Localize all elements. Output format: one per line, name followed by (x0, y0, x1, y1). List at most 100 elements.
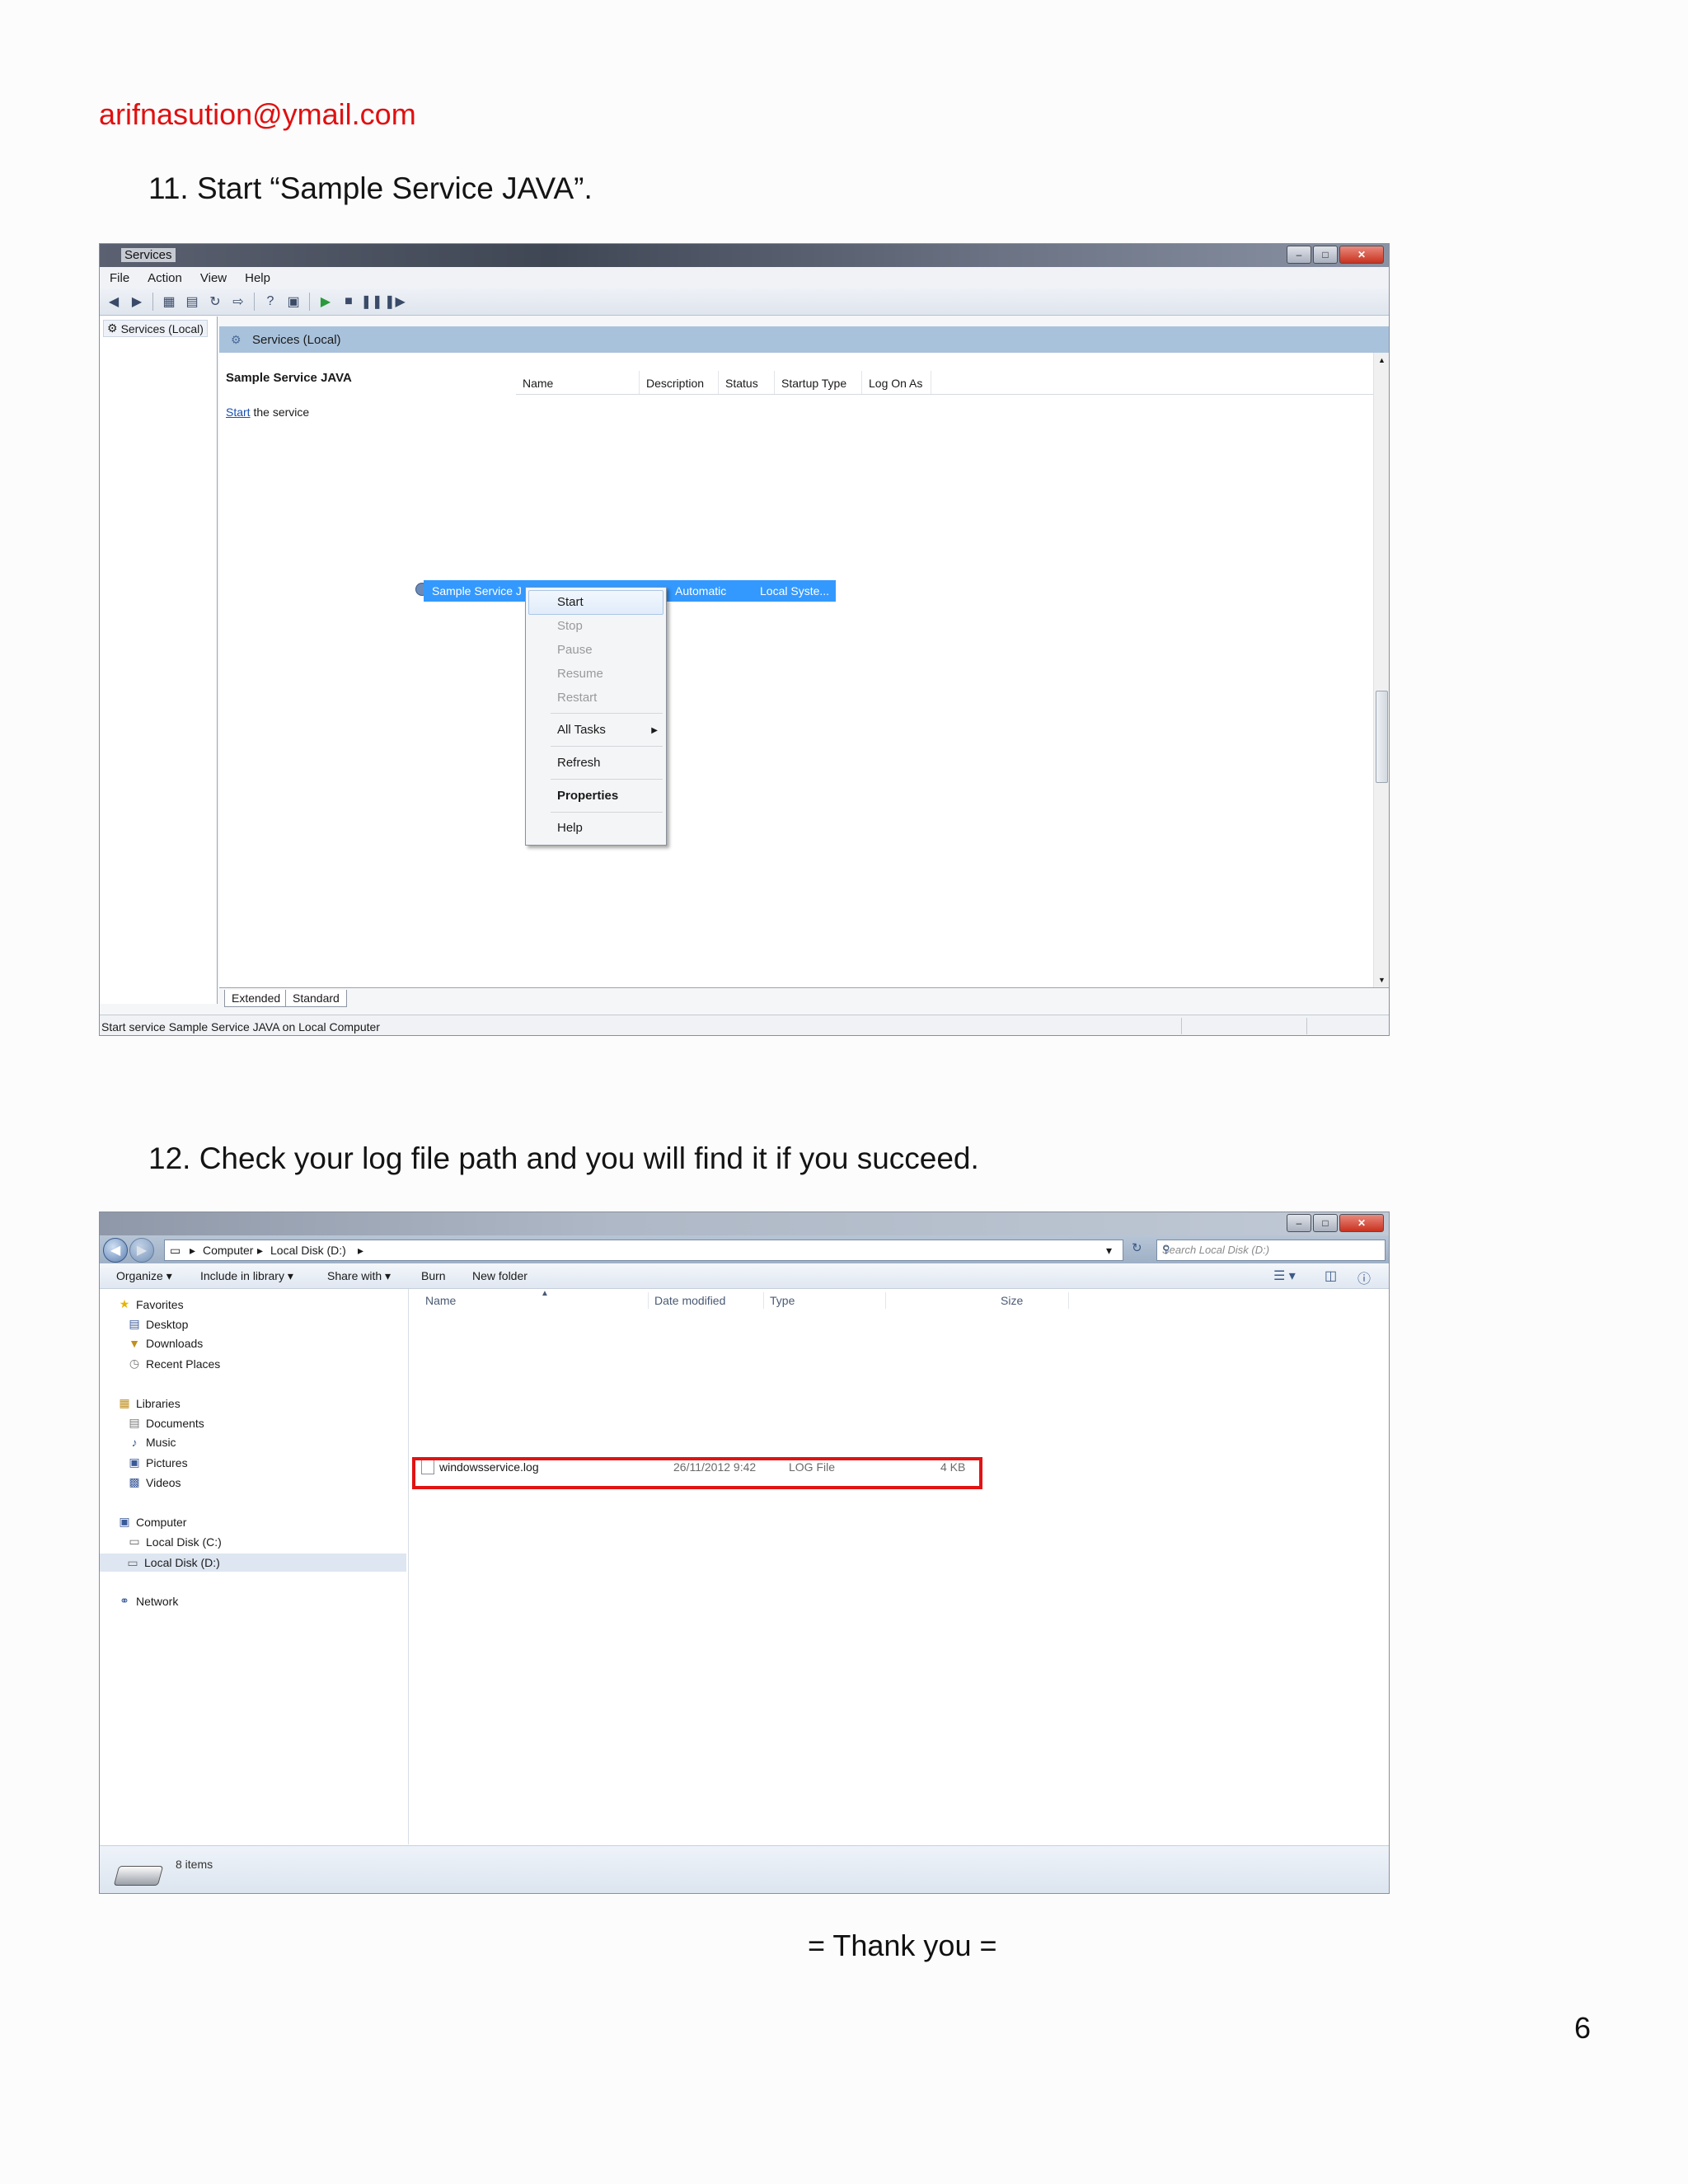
tree-node-label: Services (Local) (120, 321, 204, 335)
status-text: Start service Sample Service JAVA on Loc… (101, 1020, 380, 1033)
breadcrumb-computer[interactable]: Computer (203, 1244, 253, 1257)
stop-icon[interactable]: ■ (340, 293, 358, 311)
items-count: 8 items (176, 1858, 213, 1871)
menu-item-start[interactable]: Start (557, 595, 584, 609)
view-options-icon[interactable]: ☰ ▾ (1273, 1268, 1296, 1284)
refresh-icon[interactable]: ↻ (1132, 1240, 1150, 1258)
breadcrumb-local-disk-d[interactable]: Local Disk (D:) (270, 1244, 346, 1257)
tree-node-services-local[interactable]: ⚙ Services (Local) (103, 320, 208, 337)
col-date-modified[interactable]: Date modified (654, 1294, 725, 1307)
nav-downloads[interactable]: ▼ Downloads (128, 1337, 203, 1350)
menu-item-stop[interactable]: Stop (557, 619, 583, 633)
libraries-icon: ▦ (119, 1396, 130, 1409)
share-with-button[interactable]: Share with ▾ (327, 1269, 391, 1283)
properties-icon[interactable]: ▤ (183, 293, 201, 311)
menu-item-pause[interactable]: Pause (557, 643, 593, 657)
forward-icon[interactable]: ▶ (128, 293, 146, 311)
nav-local-disk-c[interactable]: ▭ Local Disk (C:) (128, 1535, 222, 1549)
menu-item-properties[interactable]: Properties (557, 789, 618, 803)
col-log-on-as[interactable]: Log On As (862, 371, 931, 394)
share-label: Share with (327, 1269, 382, 1282)
col-name[interactable]: Name (516, 371, 640, 394)
minimize-button[interactable]: – (1287, 246, 1311, 264)
nav-label: Pictures (146, 1455, 188, 1469)
menu-item-resume[interactable]: Resume (557, 667, 603, 681)
nav-recent-places[interactable]: ◷ Recent Places (128, 1357, 220, 1371)
restart-icon[interactable]: ❚▶ (384, 293, 406, 311)
search-icon[interactable]: ⚲ (1162, 1243, 1380, 1256)
col-type[interactable]: Type (770, 1294, 795, 1307)
tab-extended[interactable]: Extended (224, 990, 288, 1007)
col-status[interactable]: Status (719, 371, 775, 394)
nav-local-disk-d[interactable]: ▭ Local Disk (D:) (100, 1554, 406, 1572)
network-icon: ⚭ (120, 1594, 129, 1607)
services-vertical-scrollbar[interactable]: ▲ ▼ (1373, 353, 1389, 987)
nav-computer[interactable]: ▣ Computer (118, 1515, 186, 1529)
help-icon[interactable]: ⓘ (1357, 1268, 1371, 1287)
show-hide-icon[interactable]: ▣ (284, 293, 302, 311)
console-tree: ⚙ Services (Local) (100, 316, 218, 1004)
back-arrow-icon[interactable]: ◀ (103, 1238, 128, 1263)
drive-icon (113, 1866, 164, 1886)
organize-button[interactable]: Organize ▾ (116, 1269, 172, 1283)
music-icon: ♪ (131, 1436, 138, 1449)
address-bar[interactable]: ▭ ▸ Computer ▸ Local Disk (D:) ▸ ▾ (164, 1240, 1123, 1261)
forward-arrow-icon[interactable]: ▶ (129, 1238, 154, 1263)
search-input[interactable]: Search Local Disk (D:) ⚲ (1156, 1240, 1386, 1261)
scroll-up-icon[interactable]: ▲ (1378, 356, 1386, 364)
col-description[interactable]: Description (640, 371, 719, 394)
menu-action[interactable]: Action (148, 271, 182, 285)
services-menu-bar: File Action View Help (100, 267, 1389, 288)
close-button[interactable]: ✕ (1339, 246, 1384, 264)
menu-help[interactable]: Help (245, 271, 270, 285)
menu-file[interactable]: File (110, 271, 129, 285)
nav-network[interactable]: ⚭ Network (118, 1594, 178, 1608)
nav-videos[interactable]: ▩ Videos (128, 1475, 181, 1489)
include-in-library-button[interactable]: Include in library ▾ (200, 1269, 293, 1283)
breadcrumb-sep-icon: ▸ (257, 1244, 264, 1257)
tab-standard[interactable]: Standard (285, 990, 347, 1007)
address-dropdown-icon[interactable]: ▾ (1106, 1244, 1112, 1258)
close-button[interactable]: ✕ (1339, 1214, 1384, 1232)
services-panel-header: ⚙ Services (Local) (219, 326, 1389, 354)
menu-item-restart[interactable]: Restart (557, 691, 597, 705)
nav-label: Recent Places (146, 1357, 221, 1371)
nav-documents[interactable]: ▤ Documents (128, 1416, 204, 1430)
pictures-icon: ▣ (129, 1455, 140, 1469)
menu-item-help[interactable]: Help (557, 821, 583, 835)
play-icon[interactable]: ▶ (316, 293, 335, 311)
sort-arrow-icon: ▲ (541, 1289, 549, 1298)
menu-view[interactable]: View (200, 271, 227, 285)
col-startup-type[interactable]: Startup Type (775, 371, 862, 394)
menu-item-all-tasks[interactable]: All Tasks (557, 723, 606, 737)
help-icon[interactable]: ? (261, 293, 279, 311)
col-size[interactable]: Size (1001, 1294, 1023, 1307)
refresh-icon[interactable]: ↻ (206, 293, 224, 311)
start-service-link[interactable]: Start (226, 405, 251, 419)
scroll-down-icon[interactable]: ▼ (1378, 976, 1386, 984)
menu-item-refresh[interactable]: Refresh (557, 756, 601, 770)
recent-places-icon: ◷ (129, 1357, 140, 1370)
back-icon[interactable]: ◀ (105, 293, 123, 311)
pause-icon[interactable]: ❚❚ (361, 293, 383, 311)
scroll-thumb[interactable] (1376, 691, 1388, 783)
nav-favorites[interactable]: ★ Favorites (118, 1297, 184, 1311)
drive-icon: ▭ (170, 1244, 181, 1257)
col-name[interactable]: Name (425, 1294, 456, 1307)
maximize-button[interactable]: □ (1313, 246, 1338, 264)
console-tree-icon[interactable]: ▦ (160, 293, 178, 311)
desktop-icon: ▤ (129, 1317, 140, 1330)
nav-desktop[interactable]: ▤ Desktop (128, 1317, 188, 1331)
nav-pictures[interactable]: ▣ Pictures (128, 1455, 188, 1469)
nav-music[interactable]: ♪ Music (128, 1436, 176, 1449)
minimize-button[interactable]: – (1287, 1214, 1311, 1232)
nav-label: Local Disk (C:) (146, 1535, 222, 1549)
export-list-icon[interactable]: ⇨ (229, 293, 247, 311)
closing-thanks: = Thank you = (808, 1929, 997, 1962)
burn-button[interactable]: Burn (421, 1269, 446, 1282)
preview-pane-icon[interactable]: ◫ (1325, 1268, 1337, 1284)
maximize-button[interactable]: □ (1313, 1214, 1338, 1232)
nav-libraries[interactable]: ▦ Libraries (118, 1396, 180, 1410)
new-folder-button[interactable]: New folder (472, 1269, 528, 1282)
nav-label: Downloads (146, 1337, 204, 1350)
